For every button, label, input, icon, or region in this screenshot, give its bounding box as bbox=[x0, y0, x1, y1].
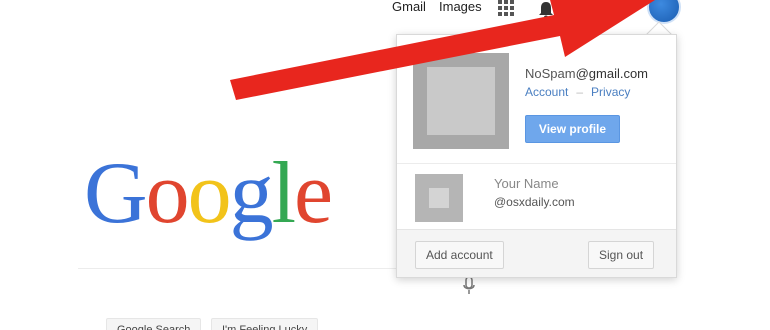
gmail-link[interactable]: Gmail bbox=[392, 0, 426, 14]
images-link[interactable]: Images bbox=[439, 0, 482, 14]
secondary-account-email: @osxdaily.com bbox=[494, 195, 575, 209]
logo-letter: e bbox=[294, 145, 333, 242]
account-popup: NoSpam@gmail.com Account – Privacy View pr… bbox=[396, 34, 677, 278]
account-link[interactable]: Account bbox=[525, 85, 568, 99]
email-domain: @gmail.com bbox=[575, 66, 649, 81]
account-email: NoSpam@gmail.com bbox=[525, 66, 648, 81]
logo-letter: o bbox=[187, 145, 232, 242]
logo-letter: o bbox=[145, 145, 190, 242]
secondary-account-name: Your Name bbox=[494, 176, 559, 191]
sign-out-button[interactable]: Sign out bbox=[588, 241, 655, 269]
google-search-button[interactable]: Google Search bbox=[106, 318, 202, 330]
top-bar: Gmail Images bbox=[0, 0, 770, 24]
microphone-icon[interactable] bbox=[462, 276, 476, 296]
add-account-button[interactable]: Add account bbox=[415, 241, 504, 269]
bell-icon[interactable] bbox=[537, 0, 555, 20]
account-links: Account – Privacy bbox=[525, 85, 630, 99]
logo-letter: g bbox=[229, 145, 274, 242]
feeling-lucky-button[interactable]: I'm Feeling Lucky bbox=[211, 318, 319, 330]
profile-photo[interactable] bbox=[413, 53, 509, 149]
view-profile-button[interactable]: View profile bbox=[525, 115, 620, 143]
google-logo: Google bbox=[84, 145, 333, 242]
email-user: NoSpam bbox=[525, 66, 576, 81]
privacy-link[interactable]: Privacy bbox=[591, 85, 630, 99]
logo-letter: l bbox=[271, 145, 296, 242]
apps-grid-icon[interactable] bbox=[498, 0, 514, 16]
secondary-account-photo bbox=[415, 174, 463, 222]
account-avatar-button[interactable] bbox=[647, 0, 681, 24]
popup-footer: Add account Sign out bbox=[397, 229, 676, 277]
logo-letter: G bbox=[84, 145, 148, 242]
link-separator: – bbox=[576, 85, 584, 99]
